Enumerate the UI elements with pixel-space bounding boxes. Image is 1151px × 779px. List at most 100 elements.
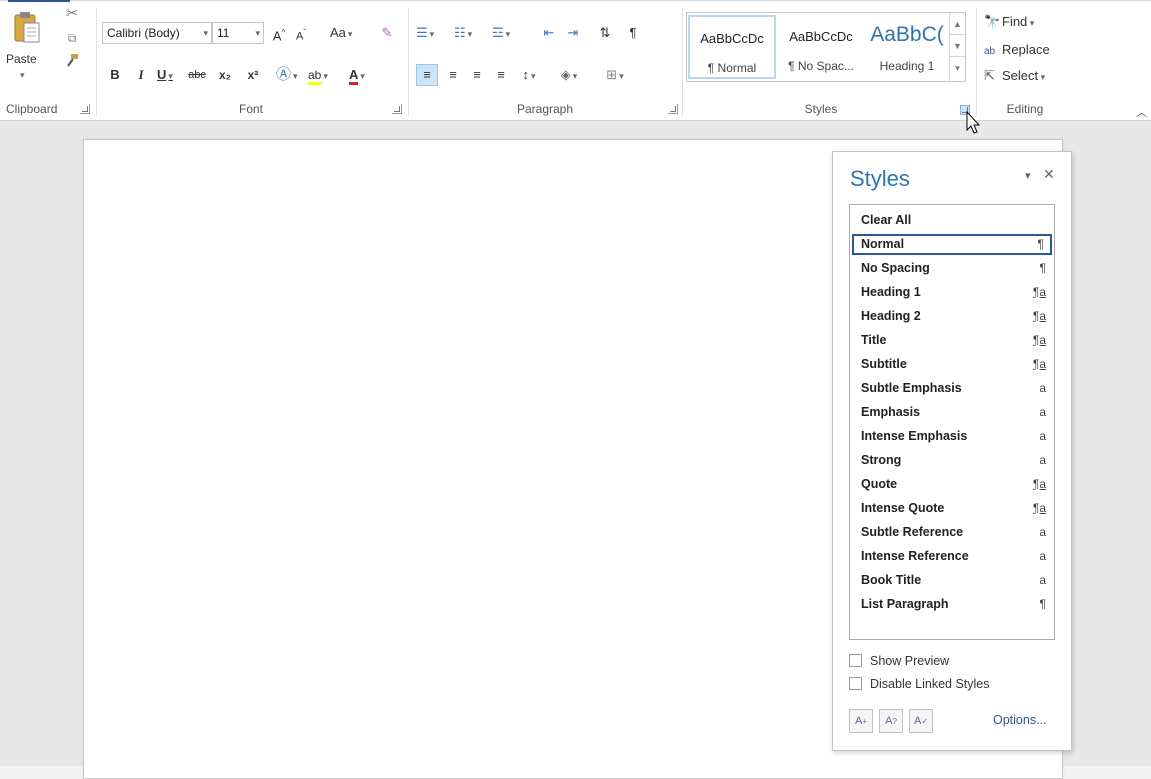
- shading-icon[interactable]: ◈: [560, 64, 578, 86]
- style-list-item-label: Intense Emphasis: [861, 429, 968, 443]
- gallery-scroll-up-icon[interactable]: ▲: [950, 13, 965, 35]
- style-list-item[interactable]: Heading 2 ¶a: [852, 306, 1052, 327]
- style-list-item[interactable]: Quote ¶a: [852, 474, 1052, 495]
- style-inspector-icon[interactable]: A?: [879, 709, 903, 733]
- align-center-icon[interactable]: ≡: [442, 64, 464, 86]
- align-right-icon[interactable]: ≡: [466, 64, 488, 86]
- text-effects-icon[interactable]: Ⓐ: [276, 64, 298, 86]
- style-type-glyph: ¶a: [1032, 501, 1046, 515]
- paste-icon[interactable]: [12, 10, 42, 46]
- highlight-color-icon[interactable]: ab: [308, 64, 328, 86]
- sort-icon[interactable]: ⇅: [596, 22, 614, 44]
- subscript-button[interactable]: x₂: [216, 64, 234, 86]
- find-button[interactable]: 🔭 Find ▾: [984, 14, 1034, 30]
- style-list-item[interactable]: Clear All: [852, 210, 1052, 231]
- font-group-label: Font: [238, 102, 263, 116]
- gallery-style-name: Heading 1: [879, 59, 935, 73]
- paste-button[interactable]: Paste: [6, 52, 37, 66]
- format-painter-icon[interactable]: [62, 52, 82, 72]
- justify-icon[interactable]: ≡: [490, 64, 512, 86]
- style-type-glyph: ¶: [1037, 237, 1044, 251]
- style-list-item[interactable]: Emphasis a: [852, 402, 1052, 423]
- style-list-item-label: Subtle Emphasis: [861, 381, 962, 395]
- style-list-item[interactable]: Intense Quote ¶a: [852, 498, 1052, 519]
- styles-pane: Styles ▾ ✕ Clear All Normal ¶ No Spacing ¶ He…: [832, 151, 1072, 751]
- italic-button[interactable]: I: [132, 64, 150, 86]
- style-list-item-label: List Paragraph: [861, 597, 949, 611]
- gallery-style-name: ¶ Normal: [707, 61, 757, 75]
- style-list-item[interactable]: Intense Emphasis a: [852, 426, 1052, 447]
- checkbox-box[interactable]: [849, 677, 862, 690]
- numbering-icon[interactable]: ☷: [454, 22, 472, 44]
- align-left-icon[interactable]: ≡: [416, 64, 438, 86]
- clipboard-launcher-icon[interactable]: [80, 104, 90, 114]
- style-list-item[interactable]: No Spacing ¶: [852, 258, 1052, 279]
- disable-linked-styles-checkbox[interactable]: Disable Linked Styles: [849, 677, 990, 691]
- ribbon: Paste ▾ ✂ ⧉ Clipboard Calibri (Body) ▾ 1…: [0, 0, 1151, 121]
- style-list-item[interactable]: Intense Reference a: [852, 546, 1052, 567]
- font-name-box[interactable]: Calibri (Body) ▾: [102, 22, 212, 44]
- increase-indent-icon[interactable]: ⇥: [564, 22, 582, 44]
- copy-icon[interactable]: ⧉: [62, 28, 82, 48]
- style-gallery-item-heading-1[interactable]: AaBbC( Heading 1: [863, 15, 951, 79]
- font-name-dropdown-icon[interactable]: ▾: [203, 23, 208, 43]
- replace-button[interactable]: ab Replace: [984, 42, 1050, 57]
- cut-icon[interactable]: ✂: [62, 4, 82, 24]
- checkbox-box[interactable]: [849, 654, 862, 667]
- underline-button[interactable]: U: [156, 64, 174, 86]
- manage-styles-icon[interactable]: A✓: [909, 709, 933, 733]
- close-icon[interactable]: ✕: [1043, 166, 1055, 183]
- style-list-item[interactable]: Subtle Emphasis a: [852, 378, 1052, 399]
- gallery-scrollbar[interactable]: ▲ ▼ ▾: [949, 13, 965, 81]
- style-list-item[interactable]: List Paragraph ¶: [852, 594, 1052, 615]
- options-link[interactable]: Options...: [993, 713, 1047, 727]
- font-launcher-icon[interactable]: [392, 104, 402, 114]
- style-list-item[interactable]: Subtitle ¶a: [852, 354, 1052, 375]
- style-gallery-item-normal[interactable]: AaBbCcDc ¶ Normal: [688, 15, 776, 79]
- new-style-icon[interactable]: A+: [849, 709, 873, 733]
- style-list-item[interactable]: Title ¶a: [852, 330, 1052, 351]
- paste-dropdown-caret-icon[interactable]: ▾: [20, 70, 25, 81]
- style-type-glyph: ¶a: [1032, 309, 1046, 323]
- borders-icon[interactable]: ⊞: [606, 64, 624, 86]
- style-type-glyph: ¶a: [1032, 477, 1046, 491]
- shrink-font-button[interactable]: Aˇ: [292, 22, 310, 44]
- ribbon-top-border: [0, 0, 1151, 2]
- show-marks-button[interactable]: ¶: [624, 22, 642, 44]
- font-size-dropdown-icon[interactable]: ▾: [255, 23, 260, 43]
- style-gallery-item-no-spacing[interactable]: AaBbCcDc ¶ No Spac...: [777, 15, 865, 79]
- style-type-glyph: ¶a: [1032, 285, 1046, 299]
- group-divider: [96, 8, 97, 116]
- font-group: Calibri (Body) ▾ 11 ▾ A^ Aˇ Aa ✎ B I U a…: [98, 6, 404, 118]
- style-type-glyph: ¶a: [1032, 333, 1046, 347]
- collapse-ribbon-icon[interactable]: ︿: [1136, 104, 1147, 120]
- show-preview-checkbox[interactable]: Show Preview: [849, 654, 949, 668]
- style-list-item[interactable]: Strong a: [852, 450, 1052, 471]
- style-list-item[interactable]: Subtle Reference a: [852, 522, 1052, 543]
- select-arrow-icon: ⇱: [984, 68, 995, 83]
- bold-button[interactable]: B: [106, 64, 124, 86]
- gallery-scroll-down-icon[interactable]: ▼: [950, 35, 965, 57]
- font-name-value: Calibri (Body): [107, 26, 180, 40]
- style-list-item[interactable]: Normal ¶: [852, 234, 1052, 255]
- style-list-item-label: Subtitle: [861, 357, 907, 371]
- style-list-item[interactable]: Heading 1 ¶a: [852, 282, 1052, 303]
- gallery-more-icon[interactable]: ▾: [950, 57, 965, 79]
- change-case-button[interactable]: Aa: [330, 22, 352, 44]
- multilevel-list-icon[interactable]: ☲: [492, 22, 510, 44]
- bullets-icon[interactable]: ☰: [416, 22, 434, 44]
- decrease-indent-icon[interactable]: ⇤: [540, 22, 558, 44]
- superscript-button[interactable]: x²: [244, 64, 262, 86]
- clear-formatting-icon[interactable]: ✎: [378, 22, 396, 44]
- grow-font-button[interactable]: A^: [270, 22, 288, 44]
- select-button[interactable]: ⇱ Select ▾: [984, 68, 1045, 84]
- font-color-icon[interactable]: A: [348, 64, 366, 86]
- line-spacing-icon[interactable]: ↕: [520, 64, 538, 86]
- font-size-box[interactable]: 11 ▾: [212, 22, 264, 44]
- paragraph-group: ☰ ☷ ☲ ⇤ ⇥ ⇅ ¶ ≡ ≡ ≡ ≡ ↕ ◈ ⊞ Paragraph: [410, 6, 680, 118]
- style-list-item[interactable]: Book Title a: [852, 570, 1052, 591]
- replace-icon: ab: [984, 46, 996, 57]
- strikethrough-button[interactable]: abc: [188, 64, 206, 86]
- paragraph-launcher-icon[interactable]: [668, 104, 678, 114]
- pane-options-dropdown-icon[interactable]: ▾: [1025, 169, 1031, 182]
